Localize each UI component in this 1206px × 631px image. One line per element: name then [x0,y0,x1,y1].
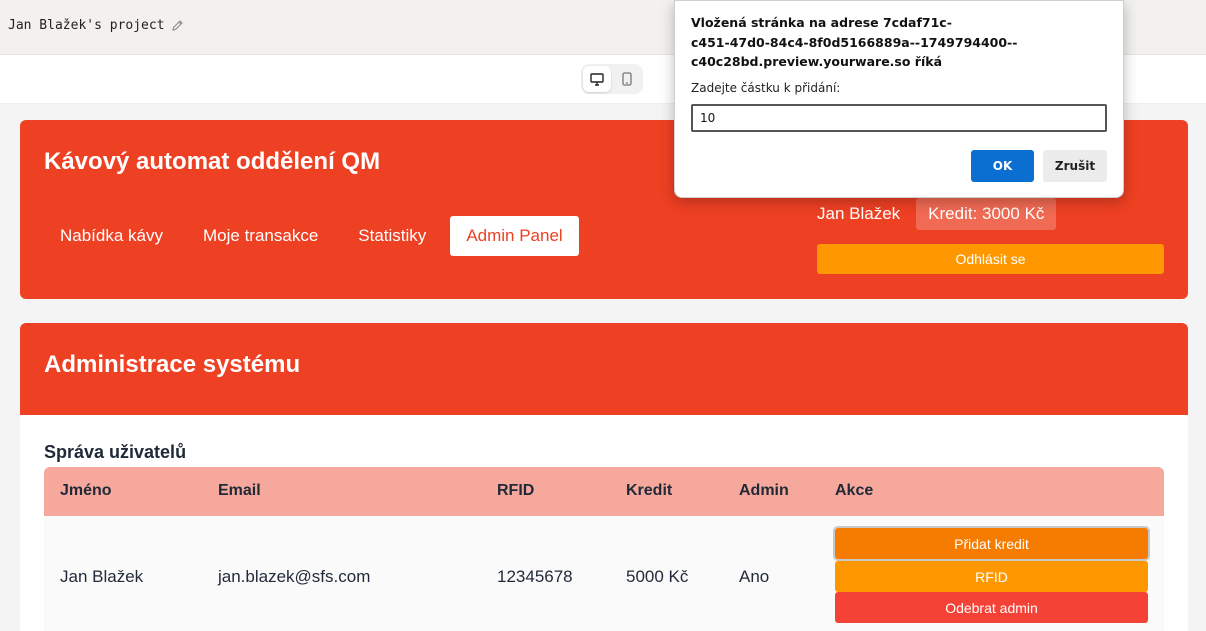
row-actions: Přidat kredit RFID Odebrat admin [833,526,1150,623]
cell-credit: 5000 Kč [626,567,689,586]
pencil-icon[interactable] [171,19,184,32]
dialog-title-line: Vložená stránka na adrese 7cdaf71c- [691,15,952,30]
cell-admin: Ano [739,567,770,586]
dialog-title-line: c451-47d0-84c4-8f0d5166889a--1749794400-… [691,34,1018,50]
nav-coffee-menu[interactable]: Nabídka kávy [44,216,179,256]
ok-button[interactable]: OK [971,150,1034,182]
cell-name: Jan Blažek [60,567,144,586]
users-table: Jméno Email RFID Kredit Admin Akce Jan B… [44,467,1164,631]
nav-my-transactions[interactable]: Moje transakce [187,216,334,256]
column-header-actions: Akce [835,482,874,499]
column-header-rfid: RFID [497,482,535,499]
rfid-button[interactable]: RFID [835,561,1148,592]
cancel-button[interactable]: Zrušit [1043,150,1107,182]
main-nav: Nabídka kávy Moje transakce Statistiky A… [44,216,579,256]
nav-statistics[interactable]: Statistiky [342,216,442,256]
dialog-prompt-label: Zadejte částku k přidání: [691,81,841,95]
cell-email: jan.blazek@sfs.com [218,567,371,586]
column-header-name: Jméno [60,482,112,499]
user-management-title: Správa uživatelů [44,442,187,462]
cell-rfid: 12345678 [497,567,573,586]
logout-button[interactable]: Odhlásit se [817,244,1164,274]
remove-admin-button[interactable]: Odebrat admin [835,592,1148,623]
monitor-icon[interactable] [583,66,611,92]
admin-panel: Administrace systému Správa uživatelů Jm… [20,323,1188,631]
column-header-credit: Kredit [626,482,673,499]
project-title-row: Jan Blažek's project [8,18,184,33]
admin-title: Administrace systému [44,351,301,378]
user-name: Jan Blažek [817,204,901,223]
dialog-title: Vložená stránka na adrese 7cdaf71c- c451… [691,13,1111,72]
user-area: Jan Blažek Kredit: 3000 Kč Odhlásit se [817,198,1164,274]
project-title: Jan Blažek's project [8,18,165,33]
credit-badge: Kredit: 3000 Kč [916,198,1057,230]
dialog-title-line: c40c28bd.preview.yourware.so říká [691,54,943,69]
column-header-admin: Admin [739,482,789,499]
table-header: Jméno Email RFID Kredit Admin Akce [44,467,1164,516]
device-toggle [581,64,643,94]
smartphone-icon[interactable] [613,66,641,92]
nav-admin-panel[interactable]: Admin Panel [450,216,579,256]
admin-header: Administrace systému [20,323,1188,415]
app-title: Kávový automat oddělení QM [44,148,381,175]
table-row: Jan Blažek jan.blazek@sfs.com 12345678 5… [44,516,1164,631]
column-header-email: Email [218,482,261,499]
amount-input[interactable] [691,104,1107,132]
prompt-dialog: Vložená stránka na adrese 7cdaf71c- c451… [674,0,1124,198]
add-credit-button[interactable]: Přidat kredit [833,526,1150,561]
user-info: Jan Blažek Kredit: 3000 Kč [817,198,1164,230]
